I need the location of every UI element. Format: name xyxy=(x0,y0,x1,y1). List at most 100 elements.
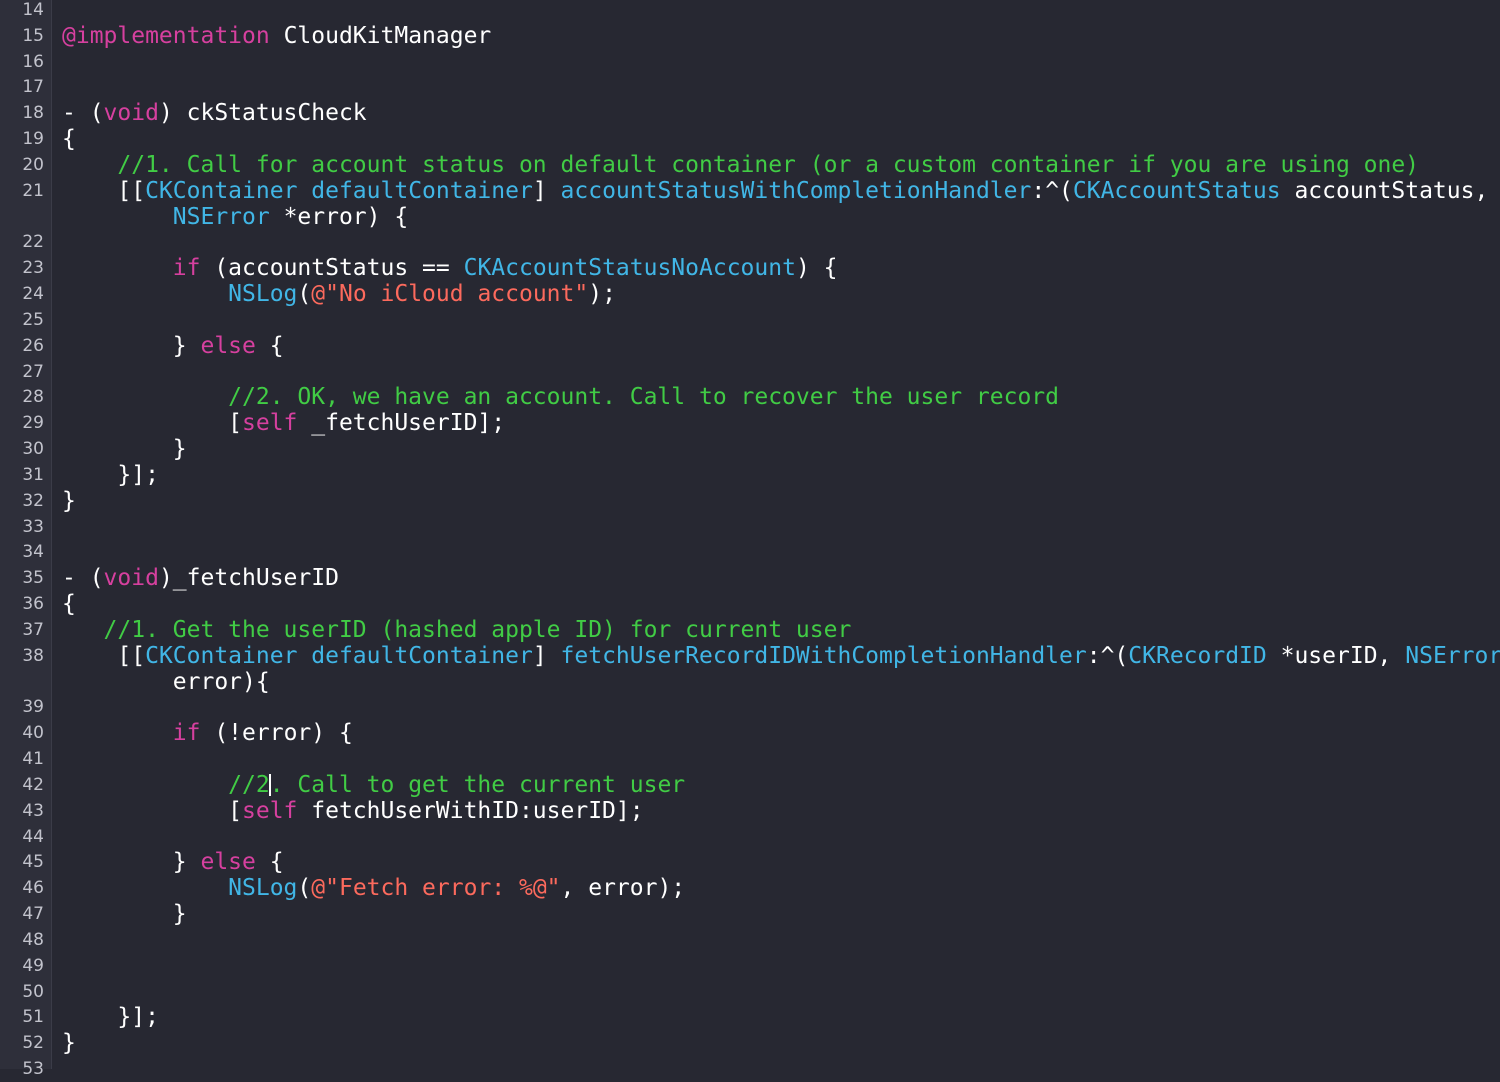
line-number: 43 xyxy=(22,800,44,821)
code-line[interactable]: 22 xyxy=(0,229,1500,255)
code-line[interactable]: 44 xyxy=(0,824,1500,850)
code-text: @implementation CloudKitManager xyxy=(62,23,491,49)
line-number: 37 xyxy=(22,619,44,640)
code-token: } xyxy=(62,487,76,514)
code-token: fetchUserRecordIDWithCompletionHandler xyxy=(560,642,1087,669)
code-line[interactable]: 23 if (accountStatus == CKAccountStatusN… xyxy=(0,255,1500,281)
code-text: error){ xyxy=(62,669,270,695)
code-text: { xyxy=(62,126,76,152)
code-text: //2. OK, we have an account. Call to rec… xyxy=(62,384,1059,410)
code-line[interactable]: 24 NSLog(@"No iCloud account"); xyxy=(0,281,1500,307)
line-number: 26 xyxy=(22,335,44,356)
code-token: if xyxy=(172,255,201,282)
code-token: CloudKitManager xyxy=(269,22,492,49)
line-number: 36 xyxy=(22,594,44,615)
code-token: @"No iCloud account" xyxy=(311,281,589,308)
code-line[interactable]: 42 //2. Call to get the current user xyxy=(0,772,1500,798)
code-text: NSLog(@"No iCloud account"); xyxy=(62,281,616,307)
code-token: NSError xyxy=(1405,642,1500,669)
code-line[interactable]: 43 [self fetchUserWithID:userID]; xyxy=(0,798,1500,824)
code-token: accountStatus, xyxy=(1280,177,1489,204)
code-token: } xyxy=(62,332,201,359)
code-line[interactable]: 31 }]; xyxy=(0,462,1500,488)
code-token: self xyxy=(242,410,298,437)
code-line[interactable]: 15 @implementation CloudKitManager xyxy=(0,23,1500,49)
code-line[interactable]: 38 [[CKContainer defaultContainer] fetch… xyxy=(0,643,1500,669)
line-number: 17 xyxy=(22,77,44,98)
code-token: ) ckStatusCheck xyxy=(158,100,367,127)
code-token: , error); xyxy=(560,875,686,902)
code-line[interactable]: 52} xyxy=(0,1030,1500,1056)
line-number: 18 xyxy=(22,103,44,124)
code-token: (accountStatus == xyxy=(200,255,464,282)
code-line[interactable]: error){ xyxy=(0,669,1500,695)
code-line[interactable]: 48 xyxy=(0,927,1500,953)
code-line[interactable]: 32} xyxy=(0,488,1500,514)
code-line[interactable]: 39 xyxy=(0,694,1500,720)
code-text: }]; xyxy=(62,1004,159,1030)
line-number: 25 xyxy=(22,309,44,330)
code-line[interactable]: 29 [self _fetchUserID]; xyxy=(0,410,1500,436)
line-number: 45 xyxy=(22,852,44,873)
code-line[interactable]: 17 xyxy=(0,74,1500,100)
line-number: 19 xyxy=(22,129,44,150)
code-token: [[ xyxy=(62,642,146,669)
code-line[interactable]: 49 xyxy=(0,953,1500,979)
code-text: //1. Call for account status on default … xyxy=(62,152,1419,178)
code-text: } xyxy=(62,901,187,927)
code-line[interactable]: 20 //1. Call for account status on defau… xyxy=(0,152,1500,178)
code-line[interactable]: 41 xyxy=(0,746,1500,772)
code-token: :^( xyxy=(1031,177,1073,204)
code-line[interactable]: 53 xyxy=(0,1056,1500,1082)
code-line[interactable]: 19 { xyxy=(0,126,1500,152)
code-line[interactable]: 47 } xyxy=(0,901,1500,927)
code-line[interactable]: 37 //1. Get the userID (hashed apple ID)… xyxy=(0,617,1500,643)
code-line[interactable]: 30 } xyxy=(0,436,1500,462)
code-line[interactable]: 25 xyxy=(0,307,1500,333)
code-line[interactable]: 34 xyxy=(0,539,1500,565)
code-token: )_fetchUserID xyxy=(158,565,339,592)
code-line[interactable]: 35 - (void)_fetchUserID xyxy=(0,565,1500,591)
line-number: 53 xyxy=(22,1059,44,1080)
code-line[interactable]: 18 - (void) ckStatusCheck xyxy=(0,100,1500,126)
line-number: 41 xyxy=(22,749,44,770)
code-text: { xyxy=(62,591,76,617)
code-token: CKAccountStatusNoAccount xyxy=(463,255,796,282)
line-number: 24 xyxy=(22,284,44,305)
code-token: accountStatusWithCompletionHandler xyxy=(560,177,1032,204)
code-line[interactable]: 51 }]; xyxy=(0,1004,1500,1030)
code-text: } xyxy=(62,488,76,514)
code-line[interactable]: NSError *error) { xyxy=(0,204,1500,230)
code-line[interactable]: 14 xyxy=(0,0,1500,23)
code-line[interactable]: 27 xyxy=(0,359,1500,385)
line-number: 49 xyxy=(22,955,44,976)
code-editor[interactable]: 14 15 @implementation CloudKitManager 16 17 1… xyxy=(0,0,1500,1079)
code-token: [ xyxy=(62,410,243,437)
code-line[interactable]: 50 xyxy=(0,979,1500,1005)
code-token: } xyxy=(62,849,201,876)
code-line[interactable]: 36 { xyxy=(0,591,1500,617)
code-line[interactable]: 16 xyxy=(0,49,1500,75)
code-token: NSError xyxy=(172,203,270,230)
code-line[interactable]: 45 } else { xyxy=(0,849,1500,875)
line-number: 31 xyxy=(22,464,44,485)
code-line[interactable]: 40 if (!error) { xyxy=(0,720,1500,746)
code-line[interactable]: 33 xyxy=(0,514,1500,540)
code-text: NSLog(@"Fetch error: %@", error); xyxy=(62,875,685,901)
code-line[interactable]: 46 NSLog(@"Fetch error: %@", error); xyxy=(0,875,1500,901)
code-text: } xyxy=(62,436,187,462)
line-number: 33 xyxy=(22,516,44,537)
code-token: ); xyxy=(588,281,616,308)
code-line[interactable]: 28 //2. OK, we have an account. Call to … xyxy=(0,384,1500,410)
code-token: //1. Get the userID (hashed apple ID) fo… xyxy=(103,616,852,643)
code-line[interactable]: 21 [[CKContainer defaultContainer] accou… xyxy=(0,178,1500,204)
code-token: if xyxy=(172,720,201,747)
code-line[interactable]: 26 } else { xyxy=(0,333,1500,359)
code-token: ( xyxy=(297,281,312,308)
line-number: 51 xyxy=(22,1007,44,1028)
code-text: //2. Call to get the current user xyxy=(62,772,685,798)
